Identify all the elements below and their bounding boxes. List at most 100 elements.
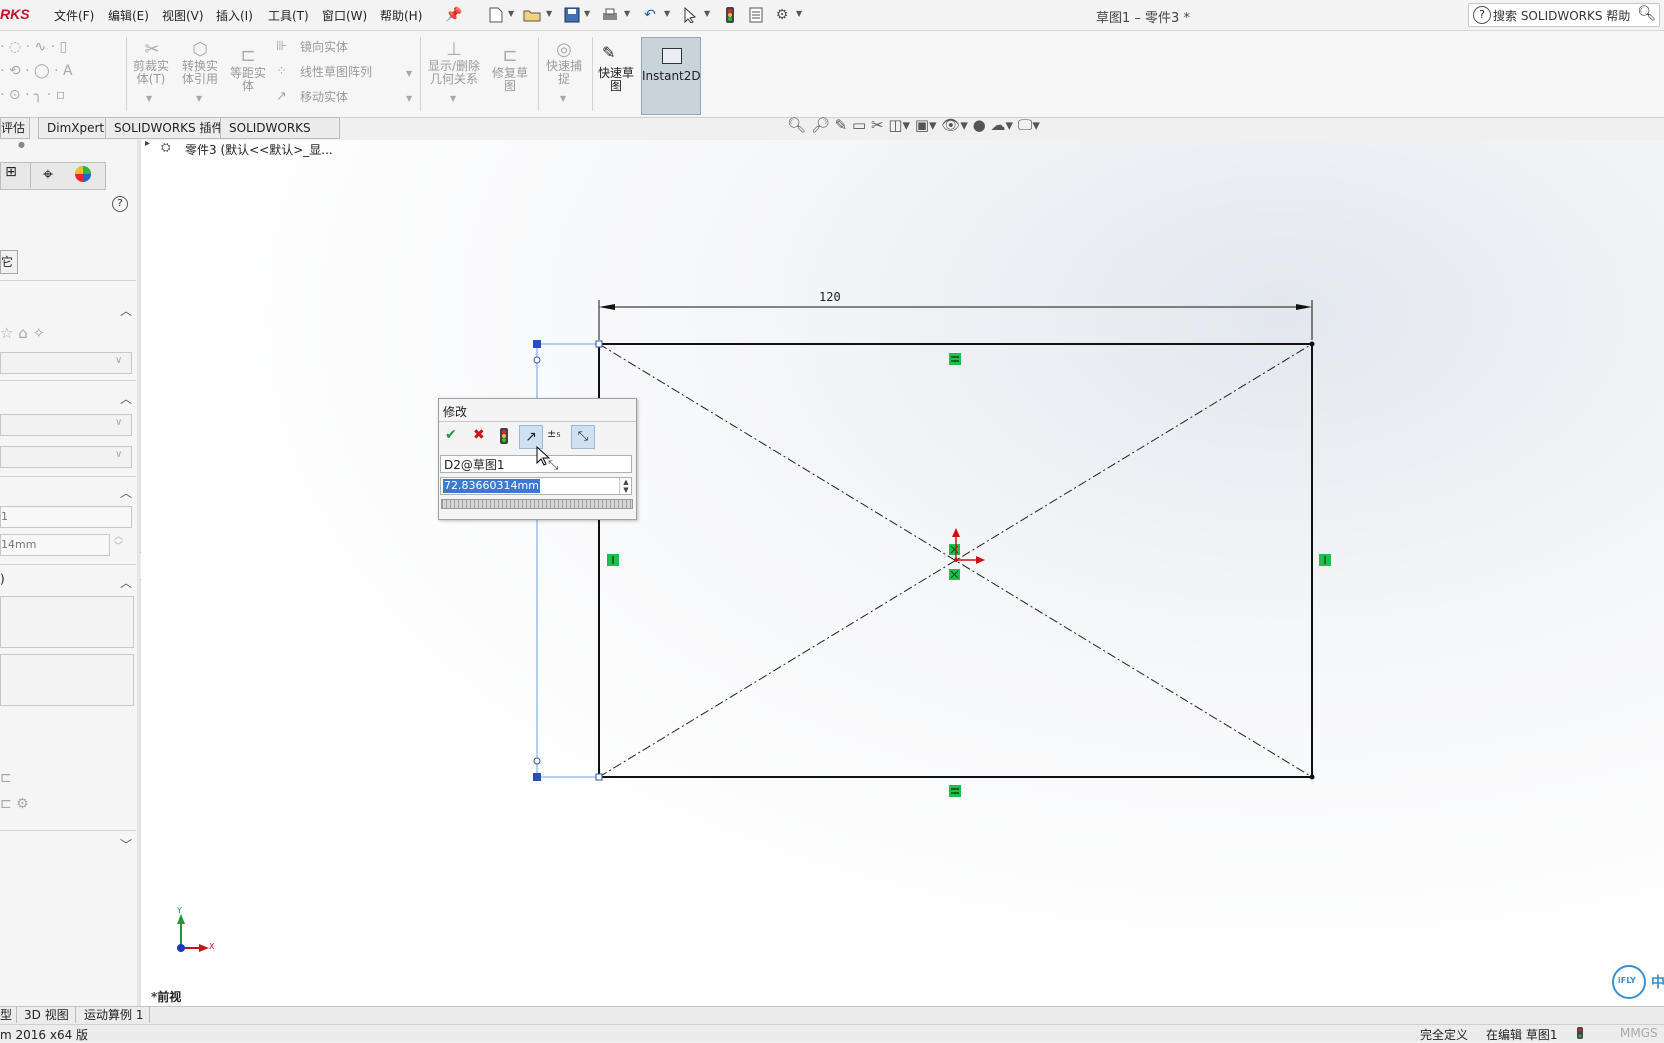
hide-show-items-icon[interactable]: 👁︎▾ xyxy=(941,116,968,134)
menu-view[interactable]: 视图(V) xyxy=(162,7,204,24)
trim-dropdown-icon[interactable]: ▼ xyxy=(146,94,152,103)
undo-icon[interactable]: ↶ xyxy=(640,5,660,25)
config-manager-icon[interactable]: ⊞ xyxy=(0,164,22,180)
tree-expand-icon[interactable]: ▸ xyxy=(145,138,150,149)
dimension-value-field[interactable]: 14mm xyxy=(0,534,110,556)
relations-dropdown-icon[interactable]: ▼ xyxy=(450,94,456,103)
feature-tree-root[interactable]: 零件3 (默认<<默认>_显... xyxy=(185,141,333,158)
menu-window[interactable]: 窗口(W) xyxy=(322,7,367,24)
view-settings-icon[interactable]: 🖵︎▾ xyxy=(1018,116,1040,134)
modify-dialog-title: 修改 xyxy=(443,405,468,419)
value-spinner-icon[interactable]: ︿ ﹀ xyxy=(114,532,123,552)
group-collapse-icon[interactable]: ︿ xyxy=(120,302,132,319)
primary-value-field[interactable]: 1 xyxy=(0,506,132,528)
display-delete-relations-button[interactable]: 显示/删除 几何关系 xyxy=(424,60,484,86)
apply-scene-icon[interactable]: ☁▾ xyxy=(991,116,1014,134)
thumbwheel-slider[interactable] xyxy=(441,499,633,509)
mirror-entities-button[interactable]: 镜向实体 xyxy=(300,41,348,54)
save-icon[interactable] xyxy=(562,5,582,25)
command-tabs: 评估 DimXpert SOLIDWORKS 插件 SOLIDWORKS MBD xyxy=(0,117,340,155)
pin-icon[interactable]: 📌 xyxy=(444,5,464,25)
mark-for-drawing-icon[interactable]: ±₅ xyxy=(547,427,561,440)
file-properties-icon[interactable] xyxy=(746,5,766,25)
print-dropdown-icon[interactable]: ▼ xyxy=(624,9,630,18)
help-search-placeholder: 搜索 SOLIDWORKS 帮助 xyxy=(1493,9,1631,23)
rapid-sketch-button[interactable]: 快速草 图 xyxy=(592,67,640,93)
option-icon-2[interactable]: ⊏ ⚙ xyxy=(0,796,29,812)
display-style-icon[interactable]: ▣▾ xyxy=(915,116,937,134)
panel-tab-fragment[interactable]: 它 xyxy=(0,250,18,274)
cmd-separator xyxy=(126,37,127,111)
menu-edit[interactable]: 编辑(E) xyxy=(108,7,149,24)
cancel-x-icon[interactable]: ✖ xyxy=(473,427,485,443)
save-dropdown-icon[interactable]: ▼ xyxy=(584,9,590,18)
section-view-icon[interactable]: ▭ xyxy=(852,116,866,134)
tab-motion-study-1[interactable]: 运动算例 1 xyxy=(78,1007,151,1023)
command-manager: · ◌ · ∿ · ▯ · ⟲ · ◯ · A · ⊙ · ╮ · ▫ ✂ 剪裁… xyxy=(0,31,1664,118)
move-entities-button[interactable]: 移动实体 xyxy=(300,91,348,104)
tab-solidworks-addins[interactable]: SOLIDWORKS 插件 xyxy=(105,117,233,139)
move-dropdown-icon[interactable]: ▼ xyxy=(406,94,412,103)
linear-pattern-button[interactable]: 线性草图阵列 xyxy=(300,66,372,79)
selection-list-box-2[interactable] xyxy=(0,654,134,706)
previous-view-icon[interactable]: ✎ xyxy=(835,116,848,134)
convert-dropdown-icon[interactable]: ▼ xyxy=(196,94,202,103)
midpoint-relation-1 xyxy=(949,544,960,555)
ok-check-icon[interactable]: ✔ xyxy=(445,427,457,443)
group-collapse-icon[interactable]: ︿ xyxy=(120,484,132,501)
tab-3d-view[interactable]: 3D 视图 xyxy=(18,1007,76,1023)
tab-solidworks-mbd[interactable]: SOLIDWORKS MBD xyxy=(220,117,340,155)
linear-pattern-dropdown-icon[interactable]: ▼ xyxy=(406,69,412,78)
print-icon[interactable] xyxy=(600,5,620,25)
tab-model[interactable]: 型 xyxy=(0,1007,18,1023)
tab-dimxpert[interactable]: DimXpert xyxy=(38,117,114,139)
select-arrow-icon[interactable] xyxy=(680,5,700,25)
offset-entities-button[interactable]: 等距实 体 xyxy=(224,67,272,93)
graphics-area[interactable]: 120 Y X *前视 iFLY 中 ▸ ⛭ 零件3 (默认<<默认>_显...… xyxy=(141,116,1664,1008)
menu-file[interactable]: 文件(F) xyxy=(54,7,94,24)
horizontal-relation-bottom xyxy=(949,785,961,797)
group-collapse-icon[interactable]: ︿ xyxy=(120,390,132,407)
dimxpert-manager-icon[interactable]: ⌖ xyxy=(30,162,65,188)
reset-spin-increment-icon[interactable]: ⤡ xyxy=(571,425,595,449)
new-document-icon[interactable] xyxy=(486,5,506,25)
menu-insert[interactable]: 插入(I) xyxy=(216,7,253,24)
help-search-box[interactable]: ? 搜索 SOLIDWORKS 帮助 🔍︎ xyxy=(1468,3,1660,27)
dynamic-annotation-icon[interactable]: ✂ xyxy=(871,116,884,134)
selection-list-box-1[interactable] xyxy=(0,596,134,648)
tab-evaluate[interactable]: 评估 xyxy=(0,117,31,139)
search-icon[interactable]: 🔍︎ xyxy=(1637,4,1656,22)
display-manager-icon[interactable] xyxy=(66,164,100,187)
view-orientation-icon[interactable]: ◫▾ xyxy=(888,116,910,134)
rebuild-traffic-light-icon[interactable] xyxy=(720,5,740,25)
select-dropdown-icon[interactable]: ▼ xyxy=(704,9,710,18)
open-folder-icon[interactable] xyxy=(522,5,542,25)
status-units[interactable]: MMGS xyxy=(1620,1026,1658,1040)
convert-entities-button[interactable]: 转换实 体引用 xyxy=(176,60,224,86)
group-collapse-icon[interactable]: ︿ xyxy=(120,574,132,591)
new-dropdown-icon[interactable]: ▼ xyxy=(508,9,514,18)
sketch-point-top-right xyxy=(1309,341,1315,347)
rebuild-icon[interactable] xyxy=(499,427,509,448)
dim-handle-bottom xyxy=(533,773,541,781)
quick-snaps-button[interactable]: 快速捕 捉 xyxy=(540,60,588,86)
dimension-value-input[interactable]: 72.83660314mm ▲ ▼ xyxy=(440,477,632,495)
instant2d-button[interactable]: Instant2D xyxy=(641,37,701,115)
options-gear-icon[interactable]: ⚙ xyxy=(772,5,792,25)
undo-dropdown-icon[interactable]: ▼ xyxy=(664,9,670,18)
group-expand-icon[interactable]: ﹀ xyxy=(120,836,132,853)
options-dropdown-icon[interactable]: ▼ xyxy=(796,9,802,18)
repair-sketch-button[interactable]: 修复草 图 xyxy=(488,67,532,93)
menu-help[interactable]: 帮助(H) xyxy=(380,7,422,24)
edit-appearance-icon[interactable]: ● xyxy=(973,116,986,134)
help-question-icon[interactable]: ? xyxy=(112,196,128,212)
quick-snaps-dropdown-icon[interactable]: ▼ xyxy=(560,94,566,103)
trim-entities-button[interactable]: 剪裁实 体(T) xyxy=(128,60,174,86)
option-icon-1[interactable]: ⊏ xyxy=(0,770,12,786)
dimension-value-120[interactable]: 120 xyxy=(819,290,841,304)
menu-tools[interactable]: 工具(T) xyxy=(268,7,309,24)
zoom-to-fit-icon[interactable]: 🔍︎ xyxy=(787,116,806,134)
zoom-to-area-icon[interactable]: 🔎︎ xyxy=(811,116,830,134)
value-spin-buttons[interactable]: ▲ ▼ xyxy=(619,478,632,494)
open-dropdown-icon[interactable]: ▼ xyxy=(546,9,552,18)
